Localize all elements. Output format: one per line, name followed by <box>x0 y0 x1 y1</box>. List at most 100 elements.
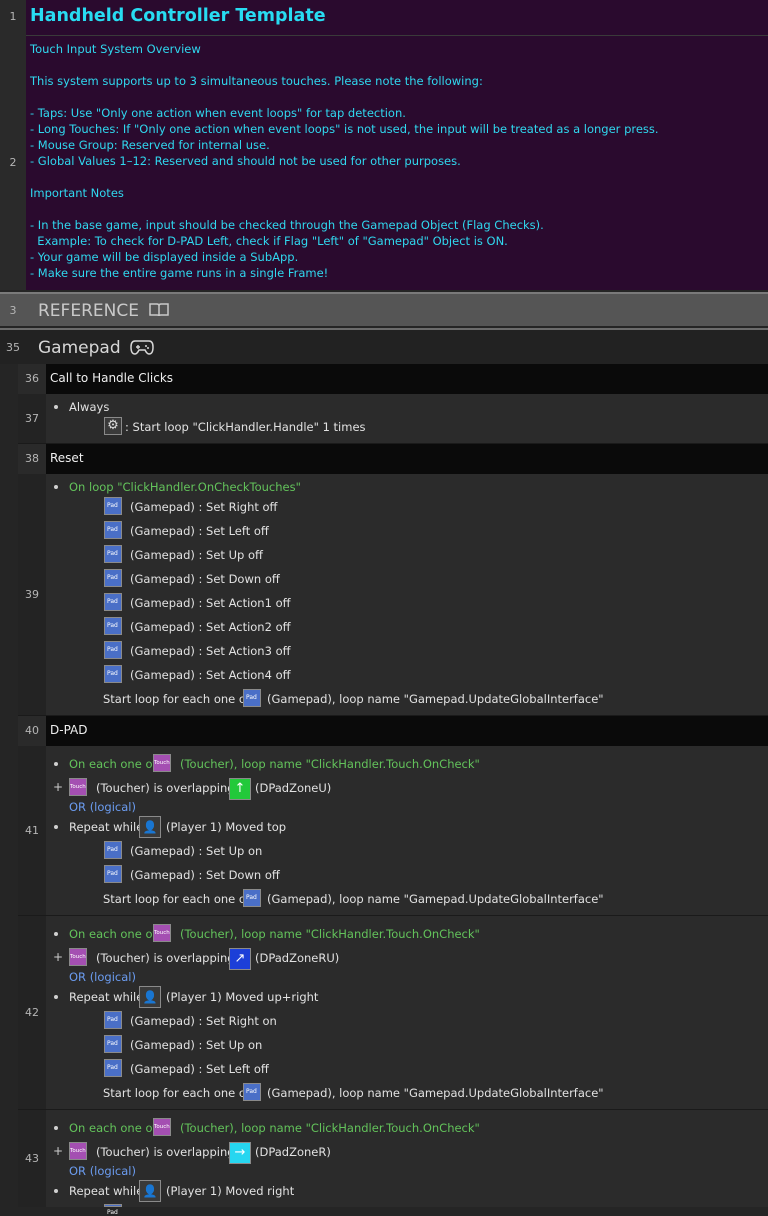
action-text[interactable]: (Gamepad) : Set Down off <box>130 572 280 586</box>
comment-row-1[interactable]: 1 Handheld Controller Template <box>0 0 768 36</box>
player-icon: 👤 <box>139 1180 161 1202</box>
action-text[interactable]: (Gamepad) : Set Right on <box>130 1014 277 1028</box>
condition-text[interactable]: On each one of <box>69 1121 157 1135</box>
player-icon: 👤 <box>139 816 161 838</box>
section-title: D-PAD <box>50 723 88 737</box>
condition-text[interactable]: Always <box>69 400 109 414</box>
group-gamepad[interactable]: 35 Gamepad <box>0 328 768 364</box>
condition-text[interactable]: (Toucher), loop name "ClickHandler.Touch… <box>180 1121 480 1135</box>
event-row-37[interactable]: 37 Always ⚙ : Start loop "ClickHandler.H… <box>18 394 768 444</box>
comment-text: - Make sure the entire game runs in a si… <box>30 266 329 280</box>
line-number: 41 <box>18 746 46 915</box>
condition-bullet <box>54 1126 58 1130</box>
action-text[interactable]: (Gamepad) : Set Action4 off <box>130 668 291 682</box>
toucher-object-icon <box>153 1118 171 1136</box>
loop-action-suffix[interactable]: (Gamepad), loop name "Gamepad.UpdateGlob… <box>267 1086 604 1100</box>
condition-text[interactable]: (Toucher) is overlapping <box>96 781 235 795</box>
gamepad-object-icon <box>104 593 122 611</box>
condition-text[interactable]: (Player 1) Moved right <box>166 1184 294 1198</box>
line-number: 37 <box>18 394 46 443</box>
group-title: Gamepad <box>38 338 154 358</box>
loop-action-prefix[interactable]: Start loop for each one of <box>103 1086 250 1100</box>
loop-action-prefix[interactable]: Start loop for each one of <box>103 692 250 706</box>
gamepad-icon <box>130 340 154 355</box>
line-number: 35 <box>6 341 20 354</box>
gamepad-object-icon <box>104 1059 122 1077</box>
group-title: REFERENCE <box>38 301 170 321</box>
or-operator[interactable]: OR (logical) <box>69 800 136 814</box>
action-text[interactable]: (Gamepad) : Set Right off <box>130 500 277 514</box>
comment-text: - Mouse Group: Reserved for internal use… <box>30 138 270 152</box>
loop-action-suffix[interactable]: (Gamepad), loop name "Gamepad.UpdateGlob… <box>267 892 604 906</box>
action-text[interactable]: (Gamepad) : Set Action2 off <box>130 620 291 634</box>
event-row-41[interactable]: 41 On each one of (Toucher), loop name "… <box>18 746 768 916</box>
loop-action-suffix[interactable]: (Gamepad), loop name "Gamepad.UpdateGlob… <box>267 692 604 706</box>
line-number: 2 <box>0 36 26 290</box>
event-row-43[interactable]: 43 On each one of (Toucher), loop name "… <box>18 1110 768 1216</box>
gamepad-object-icon <box>104 497 122 515</box>
action-text[interactable]: (Gamepad) : Set Up on <box>130 1038 262 1052</box>
condition-text[interactable]: (Toucher), loop name "ClickHandler.Touch… <box>180 757 480 771</box>
condition-text[interactable]: On loop "ClickHandler.OnCheckTouches" <box>69 480 301 494</box>
group-reference[interactable]: 3 REFERENCE <box>0 292 768 326</box>
condition-bullet <box>54 762 58 766</box>
condition-text[interactable]: On each one of <box>69 757 157 771</box>
comment-text: Important Notes <box>30 186 124 200</box>
condition-bullet <box>54 932 58 936</box>
event-row-42[interactable]: 42 On each one of (Toucher), loop name "… <box>18 916 768 1110</box>
condition-text[interactable]: (DPadZoneRU) <box>255 951 339 965</box>
comment-text: - In the base game, input should be chec… <box>30 218 544 232</box>
action-text[interactable]: (Gamepad) : Set Down off <box>130 868 280 882</box>
condition-bullet <box>54 405 58 409</box>
book-icon <box>149 303 170 317</box>
comment-text: Example: To check for D-PAD Left, check … <box>30 234 508 248</box>
event-row-39[interactable]: 39 On loop "ClickHandler.OnCheckTouches"… <box>18 474 768 716</box>
line-number: 40 <box>18 716 46 746</box>
action-text[interactable]: (Gamepad) : Set Up on <box>130 844 262 858</box>
condition-text[interactable]: Repeat while <box>69 990 143 1004</box>
condition-text[interactable]: (Toucher) is overlapping <box>96 951 235 965</box>
condition-text[interactable]: (Toucher) is overlapping <box>96 1145 235 1159</box>
or-operator[interactable]: OR (logical) <box>69 970 136 984</box>
gamepad-object-icon <box>243 1083 261 1101</box>
comment-text: - Long Touches: If "Only one action when… <box>30 122 659 136</box>
gamepad-object-icon <box>104 617 122 635</box>
comment-title: Handheld Controller Template <box>30 6 326 26</box>
action-text[interactable]: : Start loop "ClickHandler.Handle" 1 tim… <box>125 420 366 434</box>
toucher-object-icon <box>153 754 171 772</box>
condition-bullet <box>54 825 58 829</box>
gamepad-object-icon <box>104 641 122 659</box>
plus-icon: + <box>53 950 64 964</box>
gamepad-object-icon <box>104 865 122 883</box>
condition-text[interactable]: Repeat while <box>69 820 143 834</box>
toucher-object-icon <box>69 1142 87 1160</box>
action-text[interactable]: (Gamepad) : Set Left off <box>130 1062 269 1076</box>
toucher-object-icon <box>69 778 87 796</box>
loop-action-prefix[interactable]: Start loop for each one of <box>103 892 250 906</box>
condition-bullet <box>54 485 58 489</box>
comment-text: - Your game will be displayed inside a S… <box>30 250 299 264</box>
comment-row-2[interactable]: 2 Touch Input System Overview This syste… <box>0 36 768 290</box>
condition-text[interactable]: (Toucher), loop name "ClickHandler.Touch… <box>180 927 480 941</box>
condition-text[interactable]: (Player 1) Moved up+right <box>166 990 318 1004</box>
action-text[interactable]: (Gamepad) : Set Up off <box>130 548 263 562</box>
event-section-reset[interactable]: 38 Reset <box>18 444 768 474</box>
action-text[interactable]: (Gamepad) : Set Left off <box>130 524 269 538</box>
condition-text[interactable]: On each one of <box>69 927 157 941</box>
condition-text[interactable]: Repeat while <box>69 1184 143 1198</box>
condition-text[interactable]: (DPadZoneR) <box>255 1145 331 1159</box>
arrow-right-icon: → <box>229 1142 251 1164</box>
or-operator[interactable]: OR (logical) <box>69 1164 136 1178</box>
group-name: Gamepad <box>38 338 121 358</box>
condition-bullet <box>54 1189 58 1193</box>
condition-text[interactable]: (Player 1) Moved top <box>166 820 286 834</box>
action-text[interactable]: (Gamepad) : Set Action3 off <box>130 644 291 658</box>
action-text[interactable]: (Gamepad) : Set Action1 off <box>130 596 291 610</box>
gamepad-object-icon <box>243 689 261 707</box>
event-section-dpad[interactable]: 40 D-PAD <box>18 716 768 746</box>
condition-bullet <box>54 995 58 999</box>
line-number: 1 <box>0 0 26 36</box>
gamepad-object-icon <box>104 1011 122 1029</box>
condition-text[interactable]: (DPadZoneU) <box>255 781 331 795</box>
event-section-call-to-handle-clicks[interactable]: 36 Call to Handle Clicks <box>18 364 768 394</box>
